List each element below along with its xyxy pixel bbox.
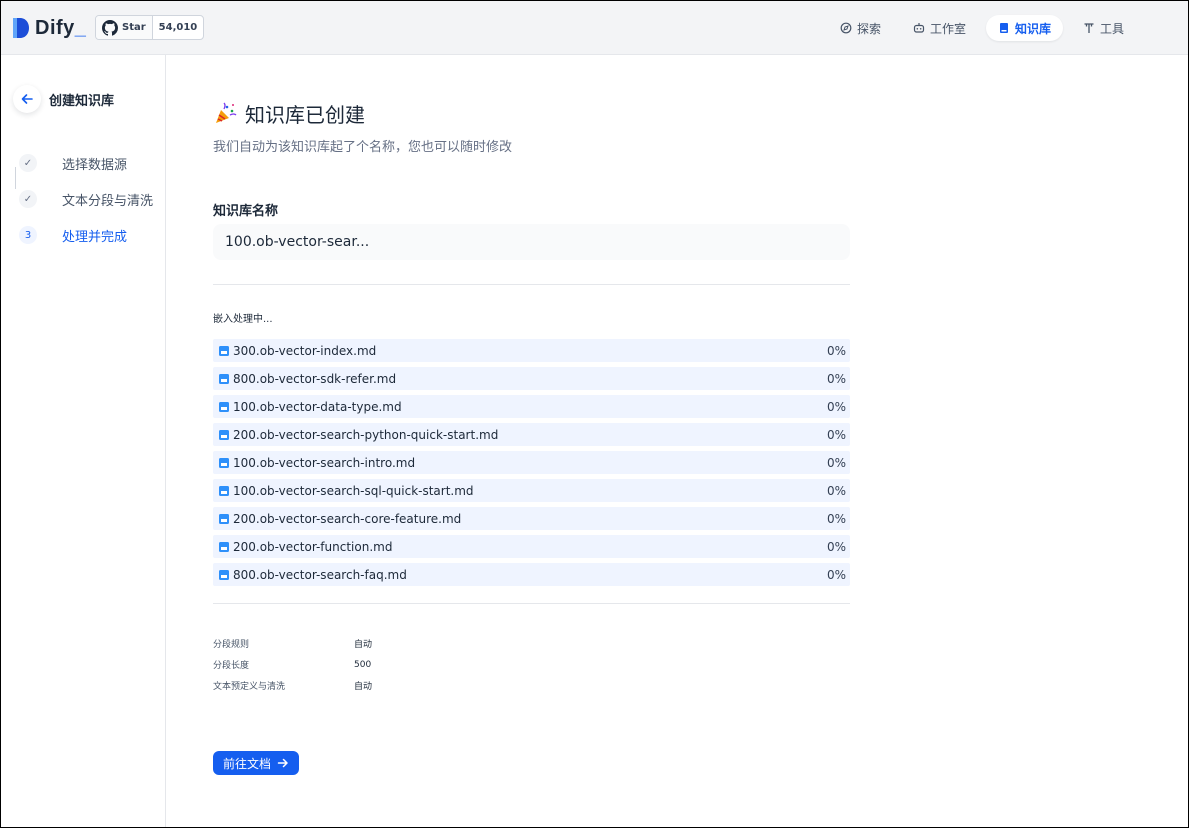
step-connector [15, 167, 16, 189]
file-name: 300.ob-vector-index.md [233, 343, 377, 358]
file-progress-percent: 0% [826, 483, 846, 498]
markdown-file-icon [219, 429, 229, 440]
nav-tools-label: 工具 [1099, 21, 1124, 36]
go-to-documents-button[interactable]: 前往文档 [213, 751, 300, 775]
github-star-button[interactable]: Star 54,010 [95, 15, 205, 40]
page-subtitle: 我们自动为该知识库起了个名称，您也可以随时修改 [213, 140, 513, 155]
markdown-file-icon [219, 401, 229, 412]
dify-logo-icon [13, 18, 29, 38]
knowledge-name-label: 知识库名称 [213, 204, 279, 219]
step-label: 文本分段与清洗 [62, 193, 154, 209]
step-label: 处理并完成 [62, 229, 128, 245]
nav-studio[interactable]: 工作室 [901, 15, 978, 41]
robot-icon [913, 23, 925, 33]
arrow-left-icon [21, 94, 33, 104]
step-process-finish: 3 处理并完成 [19, 217, 153, 253]
page-headline: 知识库已创建 [213, 99, 365, 128]
file-progress-row: 800.ob-vector-sdk-refer.md 0% [213, 367, 850, 390]
file-progress-percent: 0% [826, 539, 846, 554]
embedding-status: 嵌入处理中... [213, 314, 273, 325]
process-rules: 分段规则 自动 分段长度 500 文本预定义与清洗 自动 [213, 633, 372, 696]
file-progress-percent: 0% [826, 343, 846, 358]
rule-row: 分段长度 500 [213, 654, 372, 675]
step-number: 3 [19, 226, 37, 244]
party-popper-icon [216, 102, 237, 123]
step-list: ✓ 选择数据源 ✓ 文本分段与清洗 3 处理并完成 [19, 145, 153, 253]
main-nav: 探索 工作室 知识库 工具 [828, 15, 1136, 41]
step-segment-clean: ✓ 文本分段与清洗 [19, 181, 153, 217]
nav-explore[interactable]: 探索 [828, 15, 893, 41]
file-progress-percent: 0% [826, 427, 846, 442]
dify-logo[interactable]: Dify_ [11, 16, 86, 40]
book-icon [999, 23, 1008, 33]
file-name: 100.ob-vector-search-sql-quick-start.md [233, 483, 474, 498]
back-button[interactable] [13, 85, 41, 113]
file-progress-row: 100.ob-vector-search-sql-quick-start.md … [213, 479, 850, 502]
top-bar: Dify_ Star 54,010 探索 工作室 知识库 工具 [1, 1, 1188, 55]
rule-value: 自动 [354, 640, 373, 650]
rule-row: 文本预定义与清洗 自动 [213, 675, 372, 696]
file-progress-row: 200.ob-vector-function.md 0% [213, 535, 850, 558]
file-progress-row: 100.ob-vector-data-type.md 0% [213, 395, 850, 418]
markdown-file-icon [219, 485, 229, 496]
nav-knowledge[interactable]: 知识库 [985, 15, 1063, 41]
nav-explore-label: 探索 [856, 21, 881, 36]
file-name: 200.ob-vector-function.md [233, 539, 393, 554]
markdown-file-icon [219, 345, 229, 356]
rule-key: 文本预定义与清洗 [213, 682, 286, 692]
file-progress-row: 200.ob-vector-search-core-feature.md 0% [213, 507, 850, 530]
file-progress-row: 100.ob-vector-search-intro.md 0% [213, 451, 850, 474]
file-progress-percent: 0% [826, 371, 846, 386]
arrow-right-icon [277, 758, 288, 768]
file-name: 100.ob-vector-data-type.md [233, 399, 402, 414]
logo-text: Dify_ [35, 16, 87, 39]
markdown-file-icon [219, 541, 229, 552]
go-to-documents-label: 前往文档 [223, 756, 272, 771]
file-progress-percent: 0% [826, 455, 846, 470]
rule-row: 分段规则 自动 [213, 633, 372, 654]
divider [213, 284, 850, 285]
divider [213, 603, 850, 604]
file-name: 200.ob-vector-search-core-feature.md [233, 511, 462, 526]
github-icon [102, 19, 118, 36]
markdown-file-icon [219, 373, 229, 384]
file-name: 200.ob-vector-search-python-quick-start.… [233, 427, 499, 442]
file-progress-row: 200.ob-vector-search-python-quick-start.… [213, 423, 850, 446]
file-name: 100.ob-vector-search-intro.md [233, 455, 416, 470]
markdown-file-icon [219, 513, 229, 524]
sidebar-title: 创建知识库 [49, 93, 115, 109]
rule-value: 自动 [354, 682, 373, 692]
nav-studio-label: 工作室 [929, 21, 966, 36]
tools-icon [1084, 23, 1094, 33]
file-progress-row: 300.ob-vector-index.md 0% [213, 339, 850, 362]
file-progress-list: 300.ob-vector-index.md 0% 800.ob-vector-… [213, 339, 850, 591]
check-icon: ✓ [19, 154, 37, 172]
nav-tools[interactable]: 工具 [1071, 15, 1136, 41]
file-progress-percent: 0% [826, 567, 846, 582]
step-select-source: ✓ 选择数据源 [19, 145, 153, 181]
github-star-label: Star [122, 22, 146, 33]
step-label: 选择数据源 [62, 157, 128, 173]
sidebar-header: 创建知识库 [13, 85, 114, 113]
creation-sidebar: 创建知识库 ✓ 选择数据源 ✓ 文本分段与清洗 3 处理并完成 [1, 55, 166, 827]
markdown-file-icon [219, 457, 229, 468]
rule-key: 分段规则 [213, 640, 250, 650]
page-title: 知识库已创建 [245, 103, 365, 127]
file-name: 800.ob-vector-search-faq.md [233, 567, 407, 582]
file-progress-row: 800.ob-vector-search-faq.md 0% [213, 563, 850, 586]
github-star-count: 54,010 [158, 22, 198, 33]
file-progress-percent: 0% [826, 399, 846, 414]
nav-knowledge-label: 知识库 [1014, 21, 1051, 36]
compass-icon [840, 22, 852, 34]
check-icon: ✓ [19, 190, 37, 208]
rule-value: 500 [354, 659, 372, 670]
file-name: 800.ob-vector-sdk-refer.md [233, 371, 397, 386]
markdown-file-icon [219, 569, 229, 580]
knowledge-name-input[interactable] [213, 224, 850, 260]
file-progress-percent: 0% [826, 511, 846, 526]
rule-key: 分段长度 [213, 661, 250, 671]
